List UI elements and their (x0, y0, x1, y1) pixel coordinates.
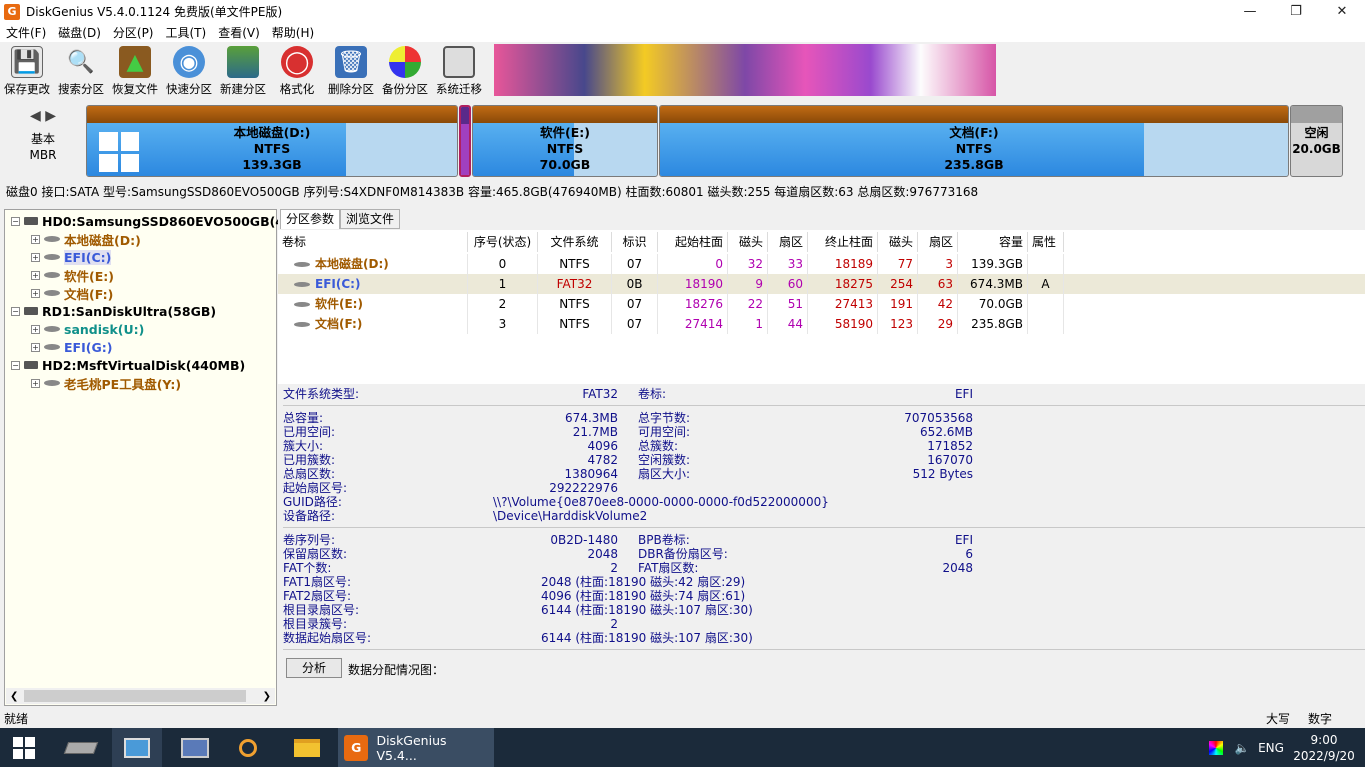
partition-scheme: MBR (29, 148, 57, 162)
data-allocation-label: 数据分配情况图： (348, 663, 445, 677)
partition-table: 卷标 序号(状态) 文件系统 标识 起始柱面 磁头 扇区 终止柱面 磁头 扇区 … (278, 230, 1365, 384)
menu-tools[interactable]: 工具(T) (160, 24, 213, 41)
windows-start-icon (13, 736, 35, 759)
stack-icon (227, 46, 259, 78)
num-lock-indicator: 数字 (1308, 712, 1333, 726)
diskmap-partition-e[interactable]: 软件(E:) NTFS 70.0GB (472, 105, 658, 177)
diskmap-partition-efi[interactable] (459, 105, 471, 177)
save-icon: 💾 (11, 46, 43, 78)
save-changes-button[interactable]: 💾 保存更改 (0, 42, 54, 98)
tab-browse-files[interactable]: 浏览文件 (340, 209, 401, 229)
scroll-right-icon[interactable]: ❯ (263, 691, 271, 702)
caps-lock-indicator: 大写 (1266, 712, 1291, 726)
volume-icon (44, 380, 60, 386)
volume-icon (294, 322, 310, 327)
language-indicator[interactable]: ENG (1254, 728, 1288, 767)
minimize-button[interactable]: — (1227, 0, 1273, 23)
diskmap-partition-d[interactable]: 本地磁盘(D:) NTFS 139.3GB (86, 105, 458, 177)
tree-horizontal-scrollbar[interactable]: ❮ ❯ (6, 688, 275, 704)
tree-disk-hd2[interactable]: − HD2:MsftVirtualDisk(440MB) (11, 356, 245, 374)
ad-banner[interactable] (494, 44, 996, 96)
volume-icon (294, 302, 310, 307)
recover-box-icon: ▲ (119, 46, 151, 78)
speaker-icon[interactable]: 🔈 (1232, 728, 1252, 767)
tree-disk-hd0[interactable]: − HD0:SamsungSSD860EVO500GB(4 (11, 212, 284, 230)
title-bar: G DiskGenius V5.4.0.1124 免费版(单文件PE版) — ❐… (0, 0, 1365, 23)
tree-partition[interactable]: + EFI(G:) (31, 338, 112, 356)
format-button[interactable]: ◯ 格式化 (270, 42, 324, 98)
search-partition-button[interactable]: 🔍 搜索分区 (54, 42, 108, 98)
status-text: 就绪 (4, 712, 29, 726)
menu-file[interactable]: 文件(F) (0, 24, 52, 41)
delete-partition-button[interactable]: 🗑 删除分区 (324, 42, 378, 98)
diskmap-free-space[interactable]: 空闲 20.0GB (1290, 105, 1343, 177)
menu-bar: 文件(F) 磁盘(D) 分区(P) 工具(T) 查看(V) 帮助(H) (0, 23, 1365, 42)
taskbar-diskgenius-button[interactable]: G DiskGenius V5.4... (338, 728, 494, 767)
new-partition-button[interactable]: 新建分区 (216, 42, 270, 98)
tab-partition-params[interactable]: 分区参数 (280, 209, 341, 229)
menu-partition[interactable]: 分区(P) (107, 24, 160, 41)
tree-partition[interactable]: + 老毛桃PE工具盘(Y:) (31, 374, 181, 392)
tree-partition-selected[interactable]: + EFI(C:) (31, 248, 112, 266)
disk-type: 基本 (30, 132, 55, 146)
analyze-button[interactable]: 分析 (286, 658, 342, 678)
menu-disk[interactable]: 磁盘(D) (52, 24, 107, 41)
taskbar-search-tool-icon[interactable] (226, 728, 270, 767)
hard-disk-icon (24, 361, 38, 369)
quick-partition-button[interactable]: ◉ 快速分区 (162, 42, 216, 98)
trash-icon: 🗑 (335, 46, 367, 78)
status-bar: 就绪 大写 数字 (0, 710, 1365, 728)
tree-partition[interactable]: + 文档(F:) (31, 284, 113, 302)
volume-icon (294, 282, 310, 287)
disk-info-bar: 磁盘0 接口:SATA 型号:SamsungSSD860EVO500GB 序列号… (6, 185, 979, 199)
volume-icon (44, 254, 60, 260)
color-tray-icon[interactable] (1206, 728, 1226, 767)
disk-tree: − HD0:SamsungSSD860EVO500GB(4 + 本地磁盘(D:) +… (4, 209, 284, 706)
window-title: DiskGenius V5.4.0.1124 免费版(单文件PE版) (26, 5, 283, 19)
backup-partition-button[interactable]: 备份分区 (378, 42, 432, 98)
hard-disk-icon (24, 217, 38, 225)
table-row[interactable]: 文档(F:) 3 NTFS 07 27414 1 44 58190 123 29… (278, 314, 1365, 334)
scroll-left-icon[interactable]: ❮ (10, 691, 18, 702)
volume-icon (44, 290, 60, 296)
volume-icon (44, 326, 60, 332)
clock[interactable]: 9:00 2022/9/20 (1292, 728, 1356, 767)
hard-disk-icon (24, 307, 38, 315)
taskbar-computer-icon[interactable] (112, 728, 162, 767)
diskgenius-app-icon: G (344, 734, 369, 761)
taskbar-folder-icon[interactable] (282, 728, 332, 767)
pie-icon (389, 46, 421, 78)
taskbar-memory-chip-icon[interactable] (56, 728, 106, 767)
menu-view[interactable]: 查看(V) (212, 24, 266, 41)
volume-icon (294, 262, 310, 267)
restore-button[interactable]: ❐ (1273, 0, 1319, 23)
close-button[interactable]: ✕ (1319, 0, 1365, 23)
disk-nav-arrows[interactable]: ◀ ▶ (30, 108, 56, 124)
monitor-icon (443, 46, 475, 78)
volume-icon (44, 236, 60, 242)
volume-icon (44, 272, 60, 278)
table-row[interactable]: 软件(E:) 2 NTFS 07 18276 22 51 27413 191 4… (278, 294, 1365, 314)
table-header: 卷标 序号(状态) 文件系统 标识 起始柱面 磁头 扇区 终止柱面 磁头 扇区 … (278, 232, 1365, 252)
table-row-selected[interactable]: EFI(C:) 1 FAT32 0B 18190 9 60 18275 254 … (278, 274, 1365, 294)
tree-disk-rd1[interactable]: − RD1:SanDiskUltra(58GB) (11, 302, 216, 320)
disc-icon: ◉ (173, 46, 205, 78)
menu-help[interactable]: 帮助(H) (266, 24, 320, 41)
magnifier-icon: 🔍 (67, 49, 95, 75)
diskgenius-app-icon: G (4, 3, 20, 20)
recover-files-button[interactable]: ▲ 恢复文件 (108, 42, 162, 98)
tree-partition[interactable]: + sandisk(U:) (31, 320, 144, 338)
table-row[interactable]: 本地磁盘(D:) 0 NTFS 07 0 32 33 18189 77 3 13… (278, 254, 1365, 274)
tree-partition[interactable]: + 本地磁盘(D:) (31, 230, 141, 248)
volume-icon (44, 344, 60, 350)
right-panel: 分区参数 浏览文件 卷标 序号(状态) 文件系统 标识 起始柱面 磁头 扇区 终… (278, 209, 1365, 706)
start-button[interactable] (0, 728, 48, 767)
tree-partition[interactable]: + 软件(E:) (31, 266, 114, 284)
diskmap-partition-f[interactable]: 文档(F:) NTFS 235.8GB (659, 105, 1289, 177)
taskbar: G DiskGenius V5.4... 🔈 ENG 9:00 2022/9/20 (0, 728, 1365, 767)
disk-map: ◀ ▶ 基本 MBR 本地磁盘(D:) NTFS 139.3GB 软件(E:) NTFS… (0, 101, 1365, 181)
taskbar-network-icon[interactable] (170, 728, 220, 767)
system-migration-button[interactable]: 系统迁移 (432, 42, 486, 98)
lifebuoy-icon: ◯ (281, 46, 313, 78)
